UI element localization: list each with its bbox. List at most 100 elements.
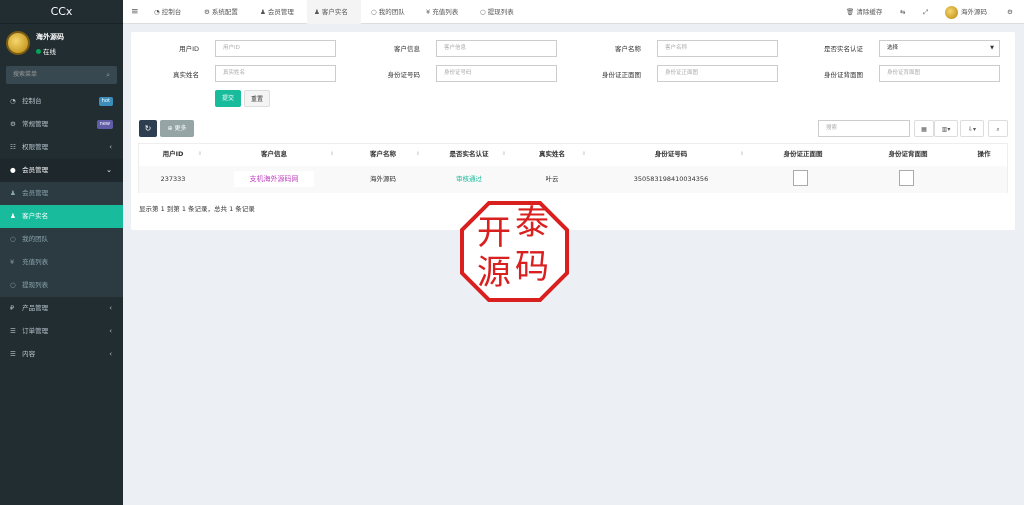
column-header[interactable]: 身份证号码 ⇕: [592, 143, 750, 165]
sidebar-item-label: 客户实名: [22, 212, 49, 220]
user-menu[interactable]: 海外源码: [945, 0, 987, 24]
toggle-view-button[interactable]: ▦: [914, 120, 934, 137]
id-front-image[interactable]: [793, 170, 808, 186]
customer-info-input[interactable]: 客户信息: [436, 40, 557, 57]
sidebar-item-members[interactable]: ● 会员管理 ⌄: [0, 159, 123, 182]
avatar: [945, 5, 958, 19]
tab-label: 我的团队: [378, 8, 405, 16]
user-icon: ♟: [10, 212, 16, 220]
yen-icon: ¥: [10, 258, 15, 266]
column-header[interactable]: 客户信息 ⇕: [208, 143, 340, 165]
cell-id-number: 350583198410034356: [633, 175, 709, 183]
hamburger-menu-icon[interactable]: ≡: [131, 0, 139, 24]
circle-icon: ○: [371, 8, 379, 16]
sidebar-item-permissions[interactable]: ☷ 权限管理 ‹: [0, 136, 123, 159]
circle-icon: ○: [10, 281, 16, 289]
sidebar-item-member-manage[interactable]: ♟ 会员管理: [0, 182, 123, 205]
filter-label: 客户名称: [615, 45, 641, 53]
customer-name-input[interactable]: 客户名称: [657, 40, 778, 57]
sidebar-item-label: 内容: [22, 350, 36, 358]
sidebar-item-label: 常规管理: [22, 120, 49, 128]
sidebar-item-recharge[interactable]: ¥ 充值列表: [0, 251, 123, 274]
sidebar-item-dashboard[interactable]: ◔ 控制台 hot: [0, 90, 123, 113]
dashboard-icon: ◔: [154, 8, 162, 16]
filter-label: 是否实名认证: [824, 45, 863, 53]
tab-label: 提现列表: [487, 8, 514, 16]
table-search-input[interactable]: 搜索: [818, 120, 910, 137]
sidebar-item-products[interactable]: ₽ 产品管理 ‹: [0, 297, 123, 320]
sort-icon: ⇕: [739, 151, 744, 157]
column-header[interactable]: 用户ID ⇕: [138, 143, 208, 165]
sidebar-item-content[interactable]: ☰ 内容 ‹: [0, 343, 123, 366]
search-toggle-button[interactable]: ⌕: [988, 120, 1008, 137]
header-label: 客户信息: [261, 150, 287, 158]
search-icon[interactable]: ⌕: [106, 66, 110, 84]
tab-system-config[interactable]: ⚙ 系统配置: [198, 0, 244, 24]
header-label: 身份证背面图: [888, 150, 928, 158]
cog-icon: ⚙: [204, 8, 212, 16]
columns-button[interactable]: ▥▾: [934, 120, 958, 137]
user-panel: 海外源码 在线: [0, 24, 123, 62]
sidebar-item-my-team[interactable]: ○ 我的团队: [0, 228, 123, 251]
export-button[interactable]: ⇩▾: [960, 120, 984, 137]
header-label: 是否实名认证: [449, 150, 489, 158]
app-logo[interactable]: CCx: [0, 0, 123, 24]
tab-dashboard[interactable]: ◔ 控制台: [148, 0, 187, 24]
tab-label: 会员管理: [267, 8, 294, 16]
sidebar-search-input[interactable]: 搜索菜单 ⌕: [6, 66, 117, 84]
id-front-input[interactable]: 身份证正面图: [657, 65, 778, 82]
list-icon: ☰: [10, 350, 16, 358]
tab-customer-realname[interactable]: ♟ 客户实名: [307, 0, 361, 24]
top-navbar: ≡ ◔ 控制台 ⚙ 系统配置 ♟ 会员管理 ♟ 客户实名 ○ 我的团队 ¥ 充值…: [123, 0, 1024, 24]
search-icon: ⌕: [996, 126, 1000, 133]
tab-member-manage[interactable]: ♟ 会员管理: [254, 0, 300, 24]
chevron-down-icon: ⌄: [106, 166, 112, 174]
user-status: 在线: [36, 46, 123, 56]
reset-button[interactable]: 重置: [244, 90, 270, 107]
header-label: 真实姓名: [539, 150, 565, 158]
tab-recharge-list[interactable]: ¥ 充值列表: [420, 0, 464, 24]
clear-cache-button[interactable]: 🗑 清除缓存: [846, 0, 882, 24]
submit-button[interactable]: 提交: [215, 90, 241, 107]
column-header[interactable]: 真实姓名 ⇕: [512, 143, 592, 165]
real-name-input[interactable]: 真实姓名: [215, 65, 336, 82]
more-button[interactable]: ⊕ 更多: [160, 120, 194, 137]
filter-label: 身份证号码: [387, 71, 421, 79]
settings-icon[interactable]: ⚙: [1007, 0, 1013, 24]
user-id-input[interactable]: 用户ID: [215, 40, 336, 57]
circle-icon: ○: [10, 235, 16, 243]
sidebar-item-orders[interactable]: ☰ 订单管理 ‹: [0, 320, 123, 343]
header-label: 客户名称: [370, 150, 396, 158]
column-header: 身份证背面图: [856, 143, 960, 165]
filter-label: 真实姓名: [173, 71, 199, 79]
tab-my-team[interactable]: ○ 我的团队: [365, 0, 411, 24]
tab-label: 客户实名: [321, 8, 348, 16]
translate-icon[interactable]: ⇆: [900, 0, 905, 24]
stamp-char: 码: [515, 247, 549, 287]
refresh-button[interactable]: ↻: [139, 120, 157, 137]
column-header[interactable]: 客户名称 ⇕: [340, 143, 426, 165]
cell-status[interactable]: 审核通过: [426, 165, 512, 193]
stamp-char: 泰: [515, 203, 549, 243]
cogs-icon: ⚙: [10, 120, 16, 128]
tab-withdraw-list[interactable]: ○ 提现列表: [474, 0, 520, 24]
fullscreen-icon[interactable]: ⤢: [923, 0, 928, 24]
rouble-icon: ₽: [10, 304, 15, 312]
id-back-image[interactable]: [899, 170, 914, 186]
select-value: 选择: [887, 45, 899, 51]
column-header[interactable]: 是否实名认证 ⇕: [426, 143, 512, 165]
id-number-input[interactable]: 身份证号码: [436, 65, 557, 82]
id-back-input[interactable]: 身份证背面图: [879, 65, 1000, 82]
sidebar-item-label: 订单管理: [22, 327, 49, 335]
sidebar-item-general[interactable]: ⚙ 常规管理 new: [0, 113, 123, 136]
column-header: 操作: [960, 143, 1008, 165]
columns-icon: ▥▾: [941, 126, 951, 133]
tab-label: 系统配置: [211, 8, 238, 16]
sidebar-item-withdraw[interactable]: ○ 提现列表: [0, 274, 123, 297]
topbar-username: 海外源码: [961, 8, 987, 16]
chevron-left-icon: ‹: [109, 304, 112, 312]
sidebar-item-customer-realname[interactable]: ♟ 客户实名: [0, 205, 123, 228]
user-icon: ♟: [260, 8, 268, 16]
table-icon: ▦: [921, 126, 927, 133]
realname-verified-select[interactable]: 选择 ▼: [879, 40, 1000, 57]
